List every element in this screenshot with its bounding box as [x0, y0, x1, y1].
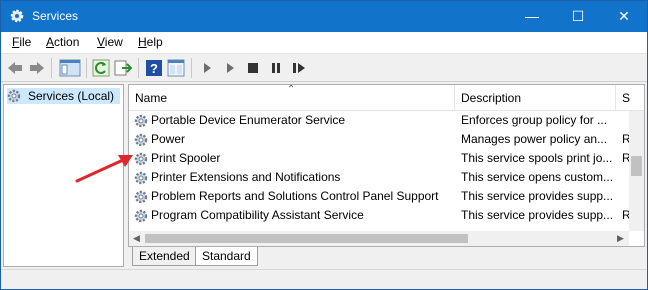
restart-service-icon[interactable] [290, 59, 308, 77]
services-window: Services — ☐ ✕ File Action View Help ? S… [0, 0, 648, 290]
toolbar-separator [191, 58, 192, 78]
tab-extended[interactable]: Extended [132, 247, 197, 266]
maximize-button[interactable]: ☐ [555, 1, 601, 32]
refresh-icon[interactable] [92, 59, 110, 77]
service-name: Program Compatibility Assistant Service [151, 208, 364, 222]
table-row[interactable]: Portable Device Enumerator Service Enfor… [129, 111, 629, 130]
table-row[interactable]: Program Compatibility Assistant Service … [129, 206, 631, 225]
menu-action[interactable]: Action [46, 35, 79, 49]
toolbar-separator [138, 58, 139, 78]
horizontal-scroll-thumb[interactable] [145, 234, 468, 243]
pause-service-icon[interactable] [267, 59, 285, 77]
annotation-arrow-icon [75, 155, 133, 183]
toolbar: ? [1, 53, 647, 82]
service-description: This service provides supp... [461, 208, 613, 222]
service-description: This service spools print jo... [461, 151, 613, 165]
help-icon[interactable]: ? [145, 59, 163, 77]
scroll-right-icon[interactable]: ▶ [617, 233, 624, 244]
service-description: Enforces group policy for ... [461, 113, 608, 127]
service-description: This service opens custom... [461, 170, 613, 184]
services-gear-icon [7, 89, 21, 103]
horizontal-scrollbar[interactable]: ◀ ▶ [129, 231, 629, 246]
menu-view[interactable]: View [97, 35, 123, 49]
menu-help[interactable]: Help [138, 35, 163, 49]
window-title: Services [32, 9, 79, 23]
service-description: Manages power policy an... [461, 132, 608, 146]
vertical-scrollbar[interactable] [629, 111, 644, 231]
minimize-button[interactable]: — [509, 1, 555, 32]
show-hide-console-tree-icon[interactable] [59, 59, 81, 77]
service-name: Portable Device Enumerator Service [151, 113, 346, 127]
service-gear-icon [134, 190, 148, 204]
table-row[interactable]: Power Manages power policy an... R [129, 130, 631, 149]
sort-ascending-icon: ⌃ [287, 84, 296, 95]
tab-standard[interactable]: Standard [195, 247, 258, 266]
scroll-left-icon[interactable]: ◀ [133, 233, 140, 244]
services-list: Name ⌃ Description S Portable Device Enu… [128, 84, 645, 247]
menu-bar: File Action View Help [1, 32, 647, 53]
toolbar-separator [86, 58, 87, 78]
column-header-description[interactable]: Description [455, 85, 616, 111]
start-service-icon[interactable] [198, 59, 216, 77]
menu-file[interactable]: File [12, 35, 31, 49]
toolbar-separator [51, 58, 52, 78]
tree-item-label: Services (Local) [28, 89, 115, 103]
service-gear-icon [134, 209, 148, 223]
table-row[interactable]: Problem Reports and Solutions Control Pa… [129, 187, 629, 206]
forward-icon[interactable] [28, 59, 46, 77]
stop-square-icon[interactable] [244, 59, 262, 77]
service-name: Power [151, 132, 186, 146]
list-header: Name ⌃ Description S [129, 85, 644, 111]
service-name: Print Spooler [151, 151, 221, 165]
export-list-icon[interactable] [114, 59, 132, 77]
tree-item-services-local[interactable]: Services (Local) [7, 88, 120, 104]
table-row[interactable]: Printer Extensions and Notifications Thi… [129, 168, 629, 187]
vertical-scroll-thumb[interactable] [631, 156, 642, 176]
status-bar [1, 269, 647, 289]
close-button[interactable]: ✕ [601, 1, 647, 32]
service-name: Printer Extensions and Notifications [151, 170, 341, 184]
view-tabs: Extended Standard [128, 247, 645, 267]
column-header-status[interactable]: S [616, 85, 644, 111]
table-row[interactable]: Print Spooler This service spools print … [129, 149, 631, 168]
svg-text:?: ? [150, 61, 158, 76]
stop-service-icon[interactable] [221, 59, 239, 77]
service-name: Problem Reports and Solutions Control Pa… [151, 189, 439, 203]
properties-icon[interactable] [167, 59, 185, 77]
back-icon[interactable] [6, 59, 24, 77]
service-gear-icon [134, 114, 148, 128]
title-bar[interactable]: Services — ☐ ✕ [1, 1, 647, 32]
service-description: This service provides supp... [461, 189, 613, 203]
services-gear-icon [10, 9, 24, 23]
